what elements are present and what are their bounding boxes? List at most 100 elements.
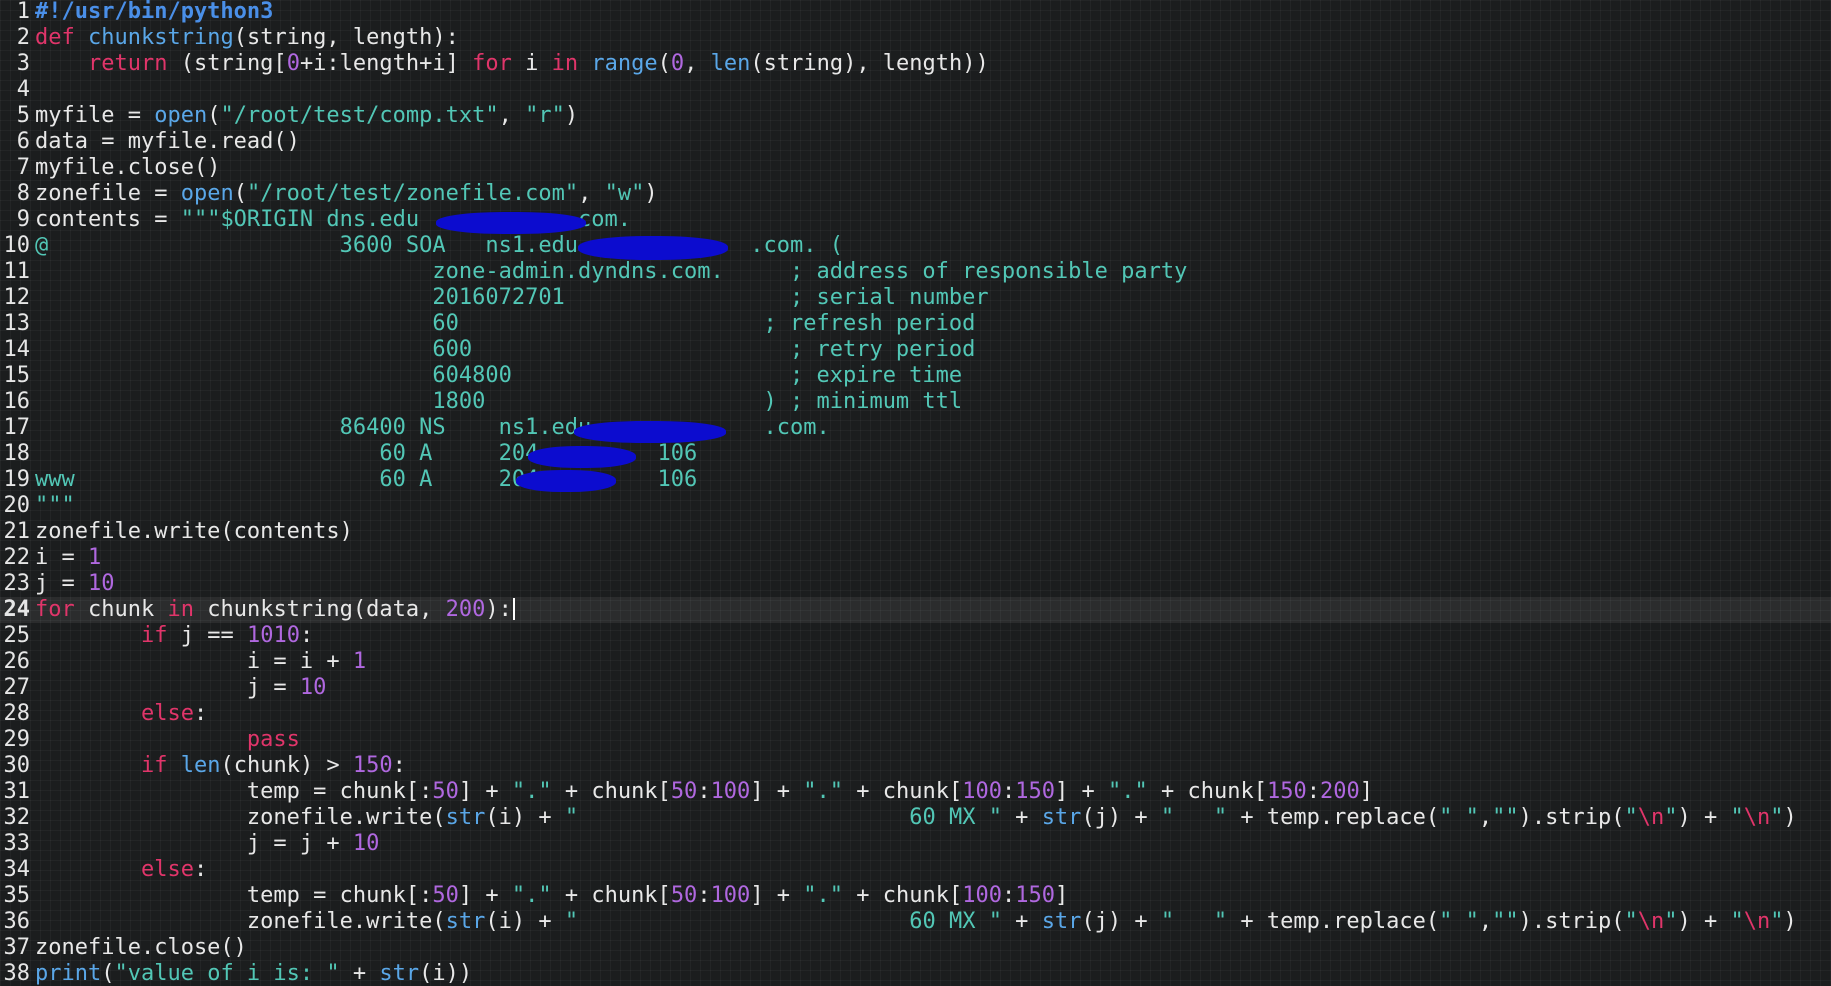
code-line[interactable]: 25 if j == 1010: [0, 623, 1831, 649]
code-line[interactable]: 20 """ [0, 493, 1831, 519]
code-line[interactable]: 17 86400 NS ns1.edu .com. [0, 415, 1831, 441]
code-line[interactable]: 15 604800 ; expire time [0, 363, 1831, 389]
code-token: (i)) [419, 961, 473, 986]
code-token: ( [657, 51, 671, 76]
code-token: 150 [1015, 779, 1056, 804]
code-line[interactable]: 8 zonefile = open("/root/test/zonefile.co… [0, 181, 1831, 207]
text-cursor [512, 598, 515, 620]
code-token: j = [35, 675, 300, 700]
line-code: j = 10 [35, 571, 114, 597]
line-code: j = j + 10 [35, 831, 379, 857]
code-token: myfile = [35, 103, 155, 128]
line-number: 14 [3, 337, 31, 362]
code-line[interactable]: 26 i = i + 1 [0, 649, 1831, 675]
code-line[interactable]: 2 def chunkstring(string, length): [0, 25, 1831, 51]
line-number: 25 [3, 623, 31, 648]
code-token: ).strip( [1518, 805, 1625, 830]
code-line[interactable]: 13 60 ; refresh period [0, 311, 1831, 337]
code-line[interactable]: 11 zone-admin.dyndns.com. ; address of r… [0, 259, 1831, 285]
line-code: print("value of i is: " + str(i)) [35, 961, 472, 986]
line-number: 32 [3, 805, 31, 830]
code-token: 10 [87, 571, 115, 596]
code-line[interactable]: 33 j = j + 10 [0, 831, 1831, 857]
code-line[interactable]: 28 else: [0, 701, 1831, 727]
code-line[interactable]: 19 www 60 A 204. 106 [0, 467, 1831, 493]
line-code: zone-admin.dyndns.com. ; address of resp… [35, 259, 1187, 285]
code-token: for [472, 51, 512, 76]
line-code: j = 10 [35, 675, 326, 701]
code-line[interactable]: 38 print("value of i is: " + str(i)) [0, 961, 1831, 986]
code-line[interactable]: 36 zonefile.write(str(i) + " 60 MX " + s… [0, 909, 1831, 935]
code-token: "/root/test/zonefile.com" [246, 181, 579, 206]
code-line[interactable]: 35 temp = chunk[:50] + "." + chunk[50:10… [0, 883, 1831, 909]
code-token: 10 [299, 675, 327, 700]
code-line[interactable]: 6 data = myfile.read() [0, 129, 1831, 155]
line-number: 10 [3, 233, 31, 258]
code-line[interactable]: 14 600 ; retry period [0, 337, 1831, 363]
code-token: , [498, 103, 526, 128]
code-line[interactable]: 24 for chunk in chunkstring(data, 200): [0, 597, 1831, 623]
code-line[interactable]: 3 return (string[0+i:length+i] for i in … [0, 51, 1831, 77]
line-number: 6 [16, 129, 30, 154]
line-code: """ [35, 493, 75, 519]
code-token: + chunk[ [843, 779, 963, 804]
code-line[interactable]: 32 zonefile.write(str(i) + " 60 MX " + s… [0, 805, 1831, 831]
code-line[interactable]: 4 [0, 77, 1831, 103]
code-token: \n [1637, 805, 1665, 830]
code-token: 150 [1015, 883, 1056, 908]
code-token: (string[ [167, 51, 287, 76]
code-line[interactable]: 12 2016072701 ; serial number [0, 285, 1831, 311]
code-token: (string, length): [233, 25, 459, 50]
code-token: open [154, 103, 208, 128]
code-line[interactable]: 1 #!/usr/bin/python3 [0, 0, 1831, 25]
code-line[interactable]: 29 pass [0, 727, 1831, 753]
code-token: contents = [35, 207, 181, 232]
line-code: for chunk in chunkstring(data, 200): [35, 597, 515, 623]
code-token: len [180, 753, 221, 778]
code-line[interactable]: 31 temp = chunk[:50] + "." + chunk[50:10… [0, 779, 1831, 805]
code-token: j = j + [35, 831, 353, 856]
code-line[interactable]: 16 1800 ) ; minimum ttl [0, 389, 1831, 415]
code-line[interactable]: 22 i = 1 [0, 545, 1831, 571]
code-token: 0 [670, 51, 685, 76]
code-token: " [1730, 805, 1744, 830]
code-line[interactable]: 34 else: [0, 857, 1831, 883]
code-token: ( [233, 181, 247, 206]
code-line[interactable]: 7 myfile.close() [0, 155, 1831, 181]
code-token: \n [1743, 909, 1771, 934]
code-line[interactable]: 30 if len(chunk) > 150: [0, 753, 1831, 779]
code-line[interactable]: 10 @ 3600 SOA ns1.edu .com. ( [0, 233, 1831, 259]
code-editor[interactable]: 1 #!/usr/bin/python3 2 def chunkstring(stri… [0, 0, 1831, 986]
line-code: zonefile.write(contents) [35, 519, 353, 545]
code-line[interactable]: 18 60 A 204. 106 [0, 441, 1831, 467]
code-token: " " [1160, 909, 1228, 934]
code-token: + [1001, 909, 1042, 934]
code-line[interactable]: 27 j = 10 [0, 675, 1831, 701]
code-line[interactable]: 5 myfile = open("/root/test/comp.txt", "r… [0, 103, 1831, 129]
code-line[interactable]: 23 j = 10 [0, 571, 1831, 597]
line-number: 33 [3, 831, 31, 856]
redaction-mark [574, 421, 726, 443]
code-token: ] + [1055, 779, 1108, 804]
code-line[interactable]: 9 contents = """$ORIGIN dns.edu .com. [0, 207, 1831, 233]
line-number: 19 [3, 467, 31, 492]
code-line[interactable]: 21 zonefile.write(contents) [0, 519, 1831, 545]
code-line[interactable]: 37 zonefile.close() [0, 935, 1831, 961]
code-token: zonefile.write( [35, 805, 446, 830]
code-token: chunkstring [88, 25, 234, 50]
redaction-mark [578, 236, 728, 260]
code-token: for [35, 597, 75, 622]
code-token: : [392, 753, 406, 778]
code-token: ) [564, 103, 579, 128]
code-token: #!/usr/bin/python3 [35, 0, 274, 24]
line-code: 604800 ; expire time [35, 363, 962, 389]
line-number: 22 [3, 545, 31, 570]
code-token: 200 [445, 597, 486, 622]
code-token: : [1306, 779, 1320, 804]
code-token: myfile.close() [35, 155, 221, 180]
line-code: data = myfile.read() [35, 129, 300, 155]
